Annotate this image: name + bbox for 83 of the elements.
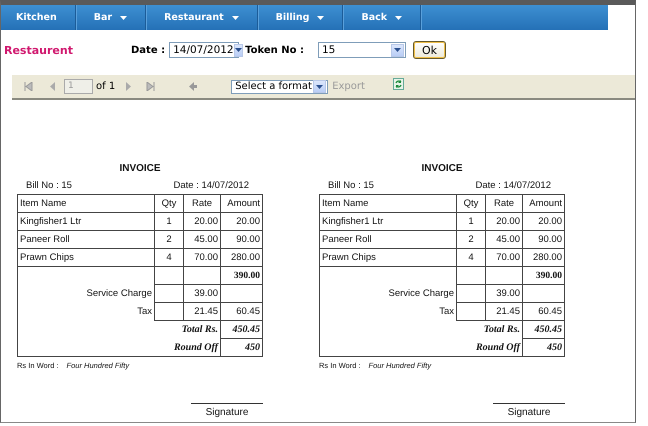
caret-icon xyxy=(395,16,402,20)
table-cell: 39.00 xyxy=(184,284,220,302)
first-page-icon[interactable] xyxy=(24,82,33,91)
table-cell: 45.00 xyxy=(184,230,220,248)
invoice-title: INVOICE xyxy=(420,163,464,174)
menu-item[interactable]: Bar xyxy=(76,5,146,30)
token-label: Token No : xyxy=(245,44,304,56)
page-number-field[interactable]: 1 xyxy=(64,79,93,94)
next-page-icon[interactable] xyxy=(125,82,132,91)
signature-line: Signature xyxy=(191,403,263,418)
table-cell: 90.00 xyxy=(522,230,564,248)
table-cell: Round Off xyxy=(320,338,522,356)
table-cell: 4 xyxy=(154,248,184,266)
table-cell: 60.45 xyxy=(522,302,564,320)
invoice-title: INVOICE xyxy=(118,163,162,174)
refresh-icon[interactable] xyxy=(392,78,404,90)
signature-line: Signature xyxy=(493,403,565,418)
table-cell: 390.00 xyxy=(522,266,564,284)
column-header: Amount xyxy=(220,194,262,212)
table-cell: 20.00 xyxy=(184,212,220,230)
column-header: Item Name xyxy=(18,194,154,212)
table-cell: Service Charge xyxy=(18,284,154,302)
table-cell: Service Charge xyxy=(320,284,456,302)
menu-item[interactable]: Kitchen xyxy=(1,5,76,30)
column-header: Qty xyxy=(154,194,184,212)
table-cell: 90.00 xyxy=(220,230,262,248)
table-cell: 450 xyxy=(522,338,564,356)
column-header: Rate xyxy=(486,194,522,212)
invoice-date: Date : 14/07/2012 xyxy=(475,180,551,191)
table-cell: Prawn Chips xyxy=(18,248,154,266)
table-cell: 45.00 xyxy=(486,230,522,248)
ok-button[interactable]: Ok xyxy=(412,41,446,59)
caret-icon xyxy=(120,16,128,20)
table-cell: 60.45 xyxy=(220,302,262,320)
table-cell: 4 xyxy=(456,248,486,266)
table-cell: 70.00 xyxy=(486,248,522,266)
table-cell: Kingfisher1 Ltr xyxy=(18,212,154,230)
bill-number: Bill No : 15 xyxy=(26,180,72,191)
last-page-icon[interactable] xyxy=(146,82,156,91)
token-dropdown[interactable]: 15 xyxy=(318,42,406,58)
previous-page-icon[interactable] xyxy=(50,82,56,91)
table-cell: 39.00 xyxy=(486,284,522,302)
table-cell: 20.00 xyxy=(486,212,522,230)
table-cell: 21.45 xyxy=(184,302,220,320)
table-cell: Prawn Chips xyxy=(320,248,456,266)
date-label: Date : xyxy=(131,44,166,56)
table-cell: Total Rs. xyxy=(18,320,220,338)
table-cell: 280.00 xyxy=(522,248,564,266)
column-header: Qty xyxy=(456,194,486,212)
bill-number: Bill No : 15 xyxy=(328,180,374,191)
menu-item[interactable]: Back xyxy=(343,5,422,30)
table-cell: 2 xyxy=(154,230,184,248)
page-title: Restaurent xyxy=(4,44,74,56)
table-cell: 450.45 xyxy=(220,320,262,338)
table-cell: Paneer Roll xyxy=(18,230,154,248)
table-cell: 1 xyxy=(154,212,184,230)
table-cell: Kingfisher1 Ltr xyxy=(320,212,456,230)
table-cell: 20.00 xyxy=(522,212,564,230)
column-header: Rate xyxy=(184,194,220,212)
table-cell: Tax xyxy=(18,302,154,320)
table-cell: 390.00 xyxy=(220,266,262,284)
page-count: of 1 xyxy=(96,81,116,92)
back-arrow-icon[interactable] xyxy=(189,82,198,91)
table-cell: 280.00 xyxy=(220,248,262,266)
caret-icon xyxy=(317,16,324,20)
caret-icon xyxy=(232,16,239,20)
table-cell: Tax xyxy=(320,302,456,320)
table-cell: 450 xyxy=(220,338,262,356)
table-cell: Paneer Roll xyxy=(320,230,456,248)
table-cell: 21.45 xyxy=(486,302,522,320)
table-cell: Total Rs. xyxy=(320,320,522,338)
column-header: Amount xyxy=(522,194,564,212)
menu-item[interactable]: Billing xyxy=(258,5,344,30)
format-dropdown[interactable]: Select a format xyxy=(231,80,328,94)
table-cell: 2 xyxy=(456,230,486,248)
table-cell: 1 xyxy=(456,212,486,230)
table-cell: 450.45 xyxy=(522,320,564,338)
column-header: Item Name xyxy=(320,194,456,212)
invoice-date: Date : 14/07/2012 xyxy=(173,180,249,191)
table-cell: Round Off xyxy=(18,338,220,356)
table-cell: 20.00 xyxy=(220,212,262,230)
table-cell: 70.00 xyxy=(184,248,220,266)
menu-item[interactable]: Restaurant xyxy=(146,5,258,30)
